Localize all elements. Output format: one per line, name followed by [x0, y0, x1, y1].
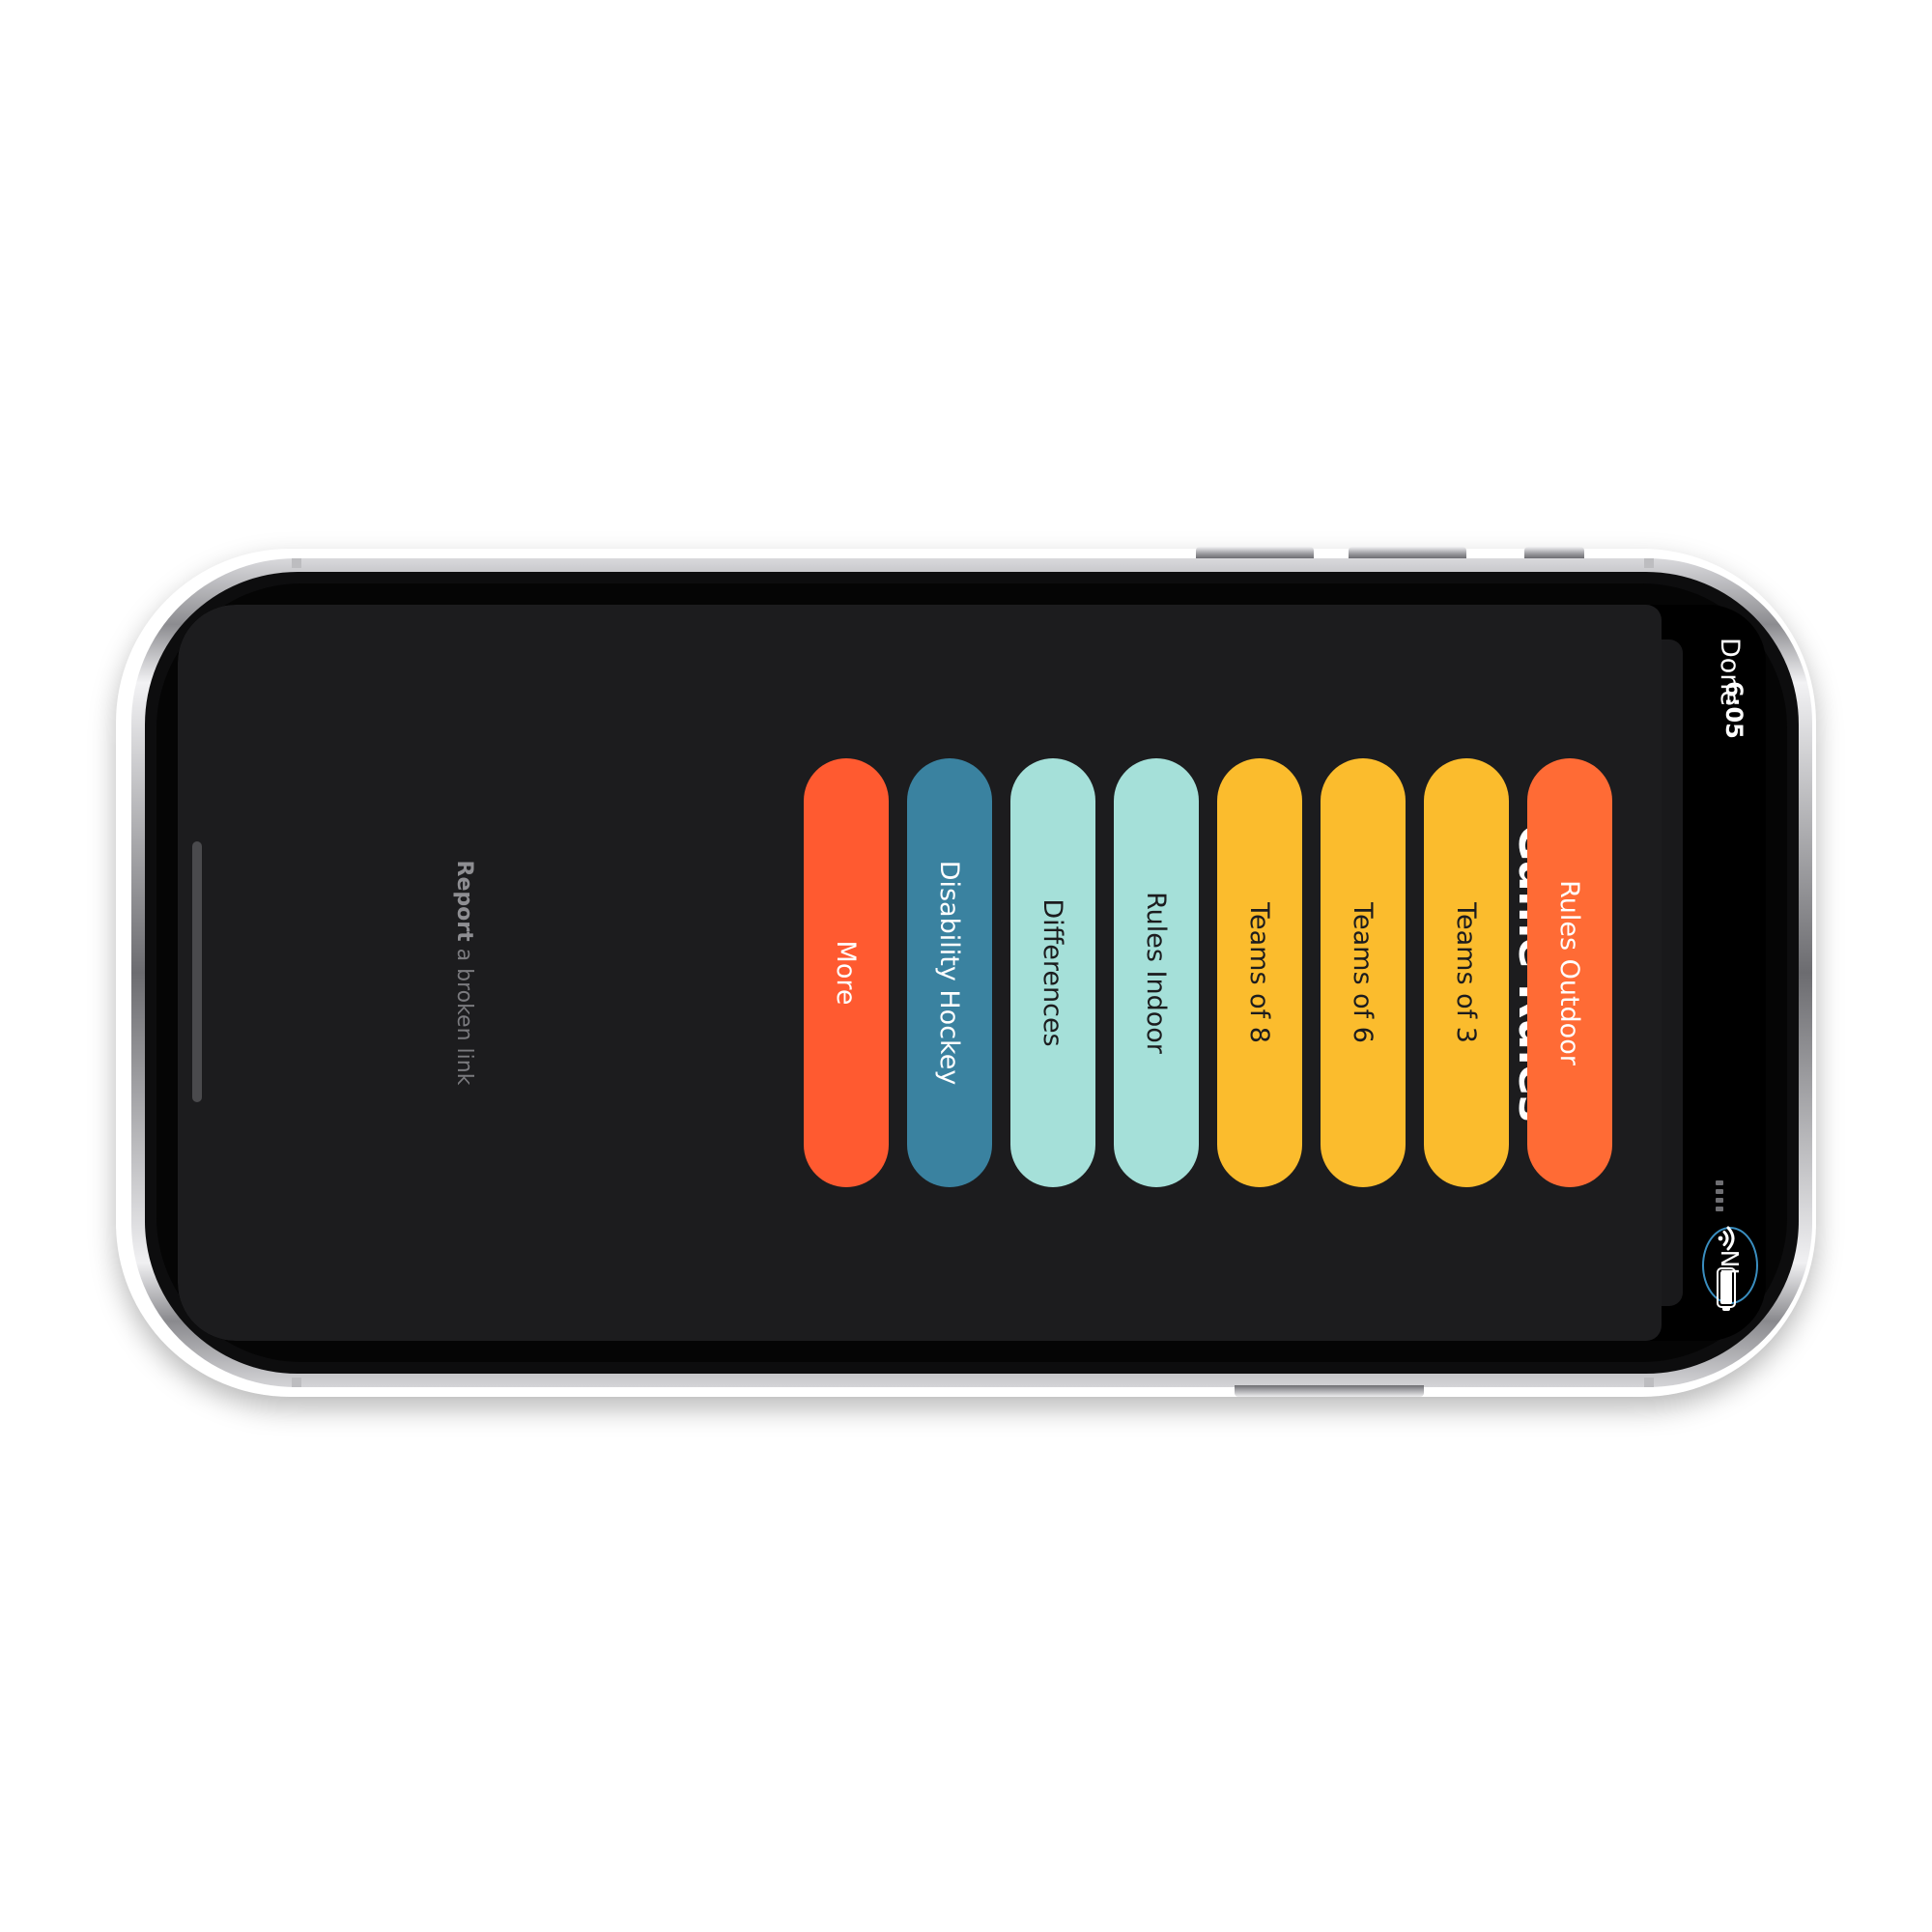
- status-time-text: 6:05: [1720, 681, 1748, 739]
- rotated-content: Done NL Game Rules Rules Outdoor Teams o…: [178, 605, 1766, 1341]
- antenna-band: [1644, 558, 1654, 568]
- menu-item-label: Differences: [1037, 898, 1068, 1047]
- menu-item-label: Teams of 8: [1244, 902, 1275, 1043]
- report-rest-text: a broken link: [452, 941, 476, 1086]
- status-time: 6:05: [1715, 676, 1753, 744]
- stage: Done NL Game Rules Rules Outdoor Teams o…: [0, 0, 1932, 1932]
- battery-tip-icon: [1722, 1307, 1730, 1311]
- cellular-signal-icon: [1716, 1180, 1725, 1213]
- menu-item-label: Rules Indoor: [1141, 892, 1172, 1054]
- disability-hockey-button[interactable]: Disability Hockey: [907, 758, 992, 1187]
- differences-button[interactable]: Differences: [1010, 758, 1095, 1187]
- report-bold-text: Report: [452, 860, 476, 942]
- antenna-band: [292, 558, 301, 568]
- antenna-band: [292, 1378, 301, 1387]
- battery-icon: [1717, 1267, 1736, 1308]
- mute-switch: [1524, 547, 1584, 558]
- screen: Done NL Game Rules Rules Outdoor Teams o…: [178, 605, 1766, 1341]
- menu-item-label: More: [831, 940, 862, 1006]
- report-broken-link[interactable]: Report a broken link: [452, 605, 476, 1341]
- teams-of-8-button[interactable]: Teams of 8: [1217, 758, 1302, 1187]
- more-button[interactable]: More: [804, 758, 889, 1187]
- teams-of-3-button[interactable]: Teams of 3: [1424, 758, 1509, 1187]
- antenna-band: [1644, 1378, 1654, 1387]
- menu-item-label: Teams of 3: [1451, 902, 1482, 1043]
- menu-item-label: Teams of 6: [1348, 902, 1378, 1043]
- teams-of-6-button[interactable]: Teams of 6: [1321, 758, 1406, 1187]
- menu-item-label: Disability Hockey: [934, 860, 965, 1086]
- rules-menu: Rules Outdoor Teams of 3 Teams of 6 Team…: [178, 758, 1766, 1187]
- volume-button: [1196, 547, 1314, 558]
- rules-outdoor-button[interactable]: Rules Outdoor: [1527, 758, 1612, 1187]
- wifi-icon: [1718, 1226, 1735, 1251]
- power-button: [1235, 1385, 1424, 1397]
- rules-indoor-button[interactable]: Rules Indoor: [1114, 758, 1199, 1187]
- menu-item-label: Rules Outdoor: [1554, 880, 1585, 1065]
- volume-button: [1349, 547, 1466, 558]
